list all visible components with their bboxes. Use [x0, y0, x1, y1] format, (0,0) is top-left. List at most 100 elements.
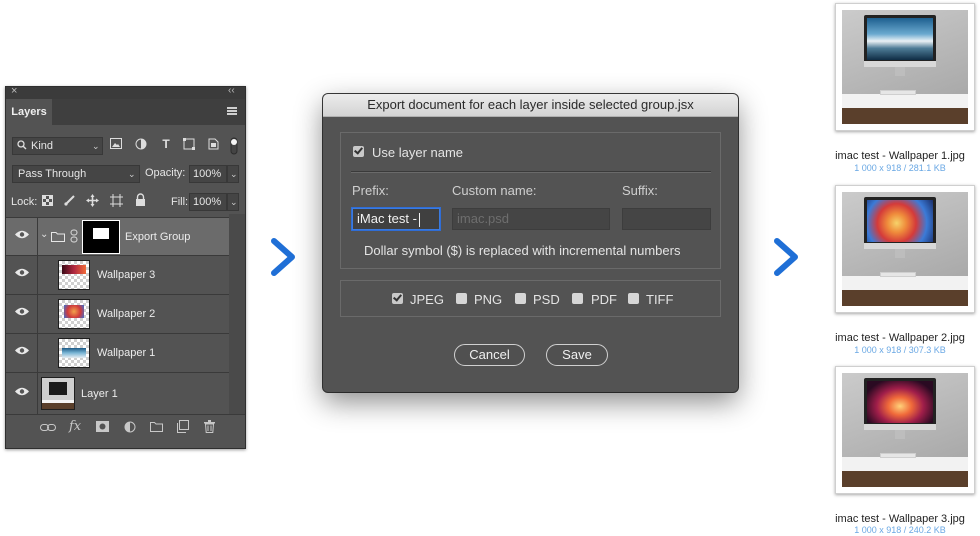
layer-thumbnail	[58, 299, 90, 329]
layer-row-layer-1[interactable]: Layer 1	[6, 372, 229, 415]
imac-stand	[895, 67, 905, 76]
visibility-eye-icon[interactable]	[15, 307, 29, 316]
tab-layers[interactable]: Layers	[6, 99, 52, 125]
adjustment-filter-icon[interactable]	[133, 138, 149, 153]
imac-screen	[864, 197, 936, 248]
eye-divider	[37, 256, 38, 294]
filter-kind-select[interactable]: Kind ⌄	[12, 137, 103, 155]
layer-name: Wallpaper 3	[97, 269, 156, 281]
eye-divider	[37, 218, 38, 256]
desk-edge	[842, 471, 968, 487]
group-mask-thumbnail	[82, 220, 120, 254]
chevron-down-icon: ⌄	[230, 169, 238, 179]
wallpaper-color-burst	[867, 200, 933, 242]
visibility-eye-icon[interactable]	[15, 387, 29, 396]
new-layer-icon[interactable]	[177, 420, 189, 433]
layer-row-wallpaper-2[interactable]: Wallpaper 2	[6, 294, 229, 333]
thumb-image	[62, 348, 86, 358]
smart-object-filter-icon[interactable]	[205, 138, 221, 153]
save-button[interactable]: Save	[546, 344, 608, 366]
lock-pixels-brush-icon[interactable]	[64, 194, 76, 209]
dollar-note: Dollar symbol ($) is replaced with incre…	[364, 243, 681, 258]
filter-toggle-icon[interactable]	[230, 137, 238, 155]
folder-icon	[51, 232, 65, 242]
panel-menu-icon[interactable]	[227, 107, 237, 115]
chevron-down-icon: ⌄	[128, 169, 136, 179]
blend-mode-value: Pass Through	[18, 168, 87, 180]
blend-mode-select[interactable]: Pass Through ⌄	[12, 165, 140, 183]
custom-name-label: Custom name:	[452, 183, 537, 198]
layer-name: Wallpaper 2	[97, 308, 156, 320]
suffix-label: Suffix:	[622, 183, 658, 198]
keyboard	[880, 90, 916, 95]
opacity-input[interactable]: 100%	[189, 165, 227, 183]
pdf-checkbox[interactable]	[572, 293, 583, 304]
prefix-input[interactable]: iMac test -	[352, 208, 440, 230]
layer-row-wallpaper-1[interactable]: Wallpaper 1	[6, 333, 229, 372]
close-panel-icon[interactable]: ×	[11, 85, 17, 97]
mask-link-icon	[70, 229, 78, 243]
export-dialog: Export document for each layer inside se…	[323, 94, 738, 392]
tiff-label: TIFF	[646, 292, 674, 307]
opacity-dropdown[interactable]: ⌄	[227, 165, 239, 183]
layer-thumbnail	[41, 377, 75, 410]
lock-transparency-icon[interactable]	[42, 195, 53, 209]
visibility-eye-icon[interactable]	[15, 346, 29, 355]
cancel-button[interactable]: Cancel	[454, 344, 525, 366]
visibility-eye-icon[interactable]	[15, 230, 29, 239]
tiff-checkbox[interactable]	[628, 293, 639, 304]
mask-icon[interactable]	[96, 421, 109, 432]
collapse-panel-icon[interactable]: ‹‹	[228, 85, 235, 96]
layers-panel: × ‹‹ Layers Kind ⌄ T Pass Through ⌄ Opac…	[5, 85, 246, 449]
fx-icon[interactable]: fx	[69, 419, 81, 434]
chevron-down-icon[interactable]: ⌄	[40, 229, 48, 240]
psd-checkbox[interactable]	[515, 293, 526, 304]
png-checkbox[interactable]	[456, 293, 467, 304]
lock-all-icon[interactable]	[135, 193, 146, 209]
lock-artboard-icon[interactable]	[110, 194, 123, 210]
divider	[351, 171, 711, 173]
pixel-filter-icon[interactable]	[108, 138, 124, 152]
adjustment-icon[interactable]	[124, 421, 136, 433]
type-filter-icon[interactable]: T	[158, 137, 174, 151]
folder-icon[interactable]	[150, 421, 163, 432]
wallpaper-sparks	[867, 381, 933, 423]
opacity-label: Opacity:	[145, 167, 186, 179]
lock-position-move-icon[interactable]	[86, 194, 99, 210]
arrow-stroke	[271, 238, 295, 276]
layer-row-wallpaper-3[interactable]: Wallpaper 3	[6, 255, 229, 294]
fill-dropdown[interactable]: ⌄	[227, 193, 239, 211]
wallpaper-mountains	[867, 18, 933, 60]
thumb-desk-edge	[42, 403, 74, 409]
layer-row-export-group[interactable]: ⌄ Export Group	[6, 217, 229, 256]
suffix-input[interactable]	[622, 208, 711, 230]
layer-thumbnail	[58, 260, 90, 290]
desk-top	[842, 276, 968, 290]
fill-label: Fill:	[171, 196, 189, 208]
panel-scrollbar[interactable]	[229, 214, 245, 414]
shape-filter-icon[interactable]	[181, 138, 197, 153]
filter-kind-label: Kind	[31, 140, 54, 152]
pdf-label: PDF	[591, 292, 617, 307]
arrow-stroke	[774, 238, 798, 276]
result-thumbnail-3[interactable]	[835, 366, 975, 494]
dialog-title: Export document for each layer inside se…	[323, 94, 738, 117]
panel-footer: fx	[6, 414, 245, 441]
png-label: PNG	[474, 292, 503, 307]
result-thumbnail-2[interactable]	[835, 185, 975, 313]
use-layer-name-checkbox[interactable]	[353, 146, 364, 157]
desk-top	[842, 94, 968, 108]
trash-icon[interactable]	[204, 420, 215, 433]
link-icon[interactable]	[40, 423, 56, 432]
custom-name-input[interactable]: imac.psd	[452, 208, 610, 230]
result-thumbnail-1[interactable]	[835, 3, 975, 131]
layer-name: Wallpaper 1	[97, 347, 156, 359]
result-meta-3: 1 000 x 918 / 240.2 KB	[854, 525, 946, 535]
chevron-down-icon: ⌄	[92, 141, 100, 151]
fill-input[interactable]: 100%	[189, 193, 227, 211]
visibility-eye-icon[interactable]	[15, 268, 29, 277]
prefix-label: Prefix:	[352, 183, 389, 198]
jpeg-checkbox[interactable]	[392, 293, 403, 304]
eye-divider	[37, 334, 38, 372]
prefix-value: iMac test -	[357, 211, 417, 226]
